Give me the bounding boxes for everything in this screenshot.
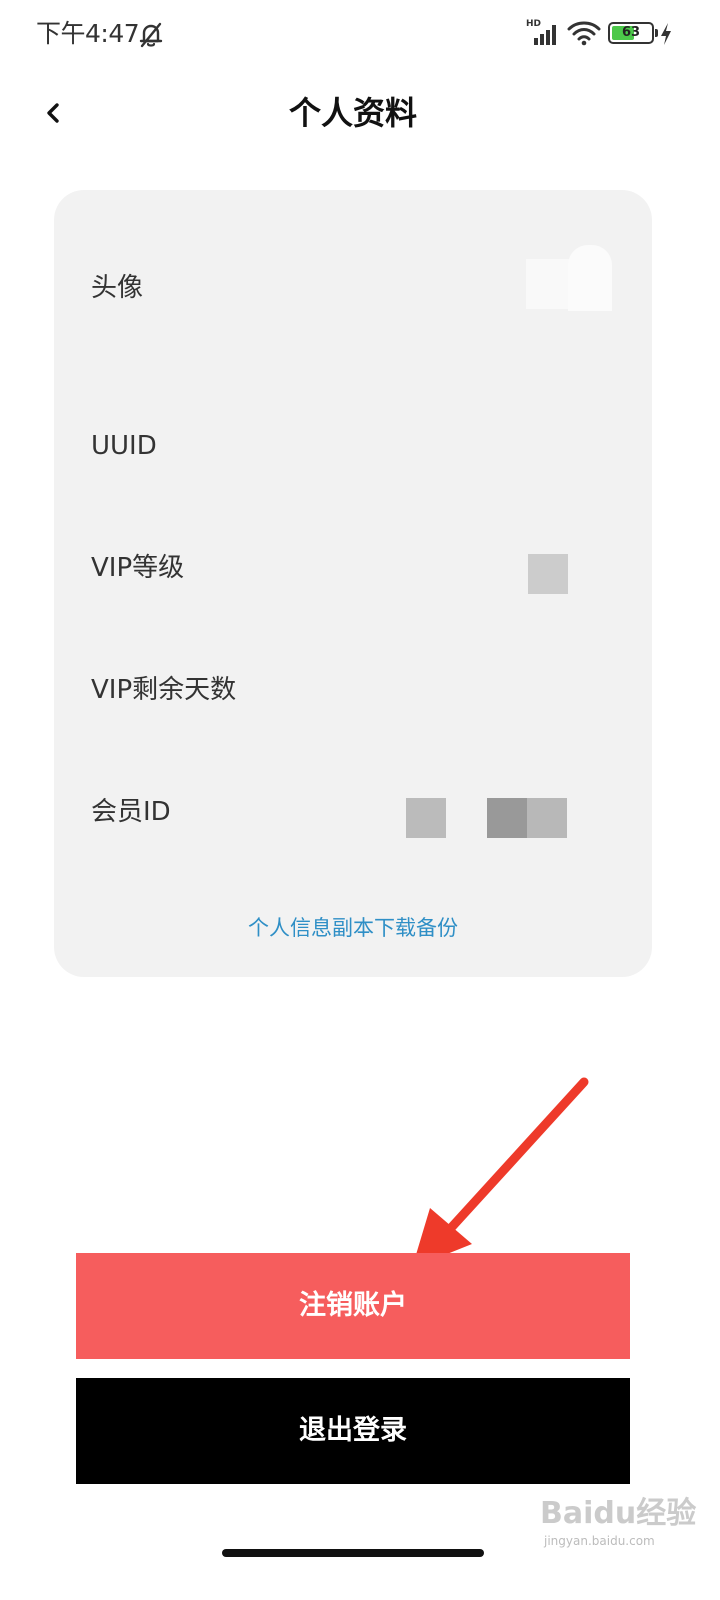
field-label-member-id: 会员ID	[91, 797, 171, 827]
download-backup-link[interactable]: 个人信息副本下载备份	[54, 910, 652, 946]
member-id-value-redacted	[527, 798, 567, 838]
status-bar: 下午4:47 HD 63	[0, 0, 720, 70]
logout-button[interactable]: 退出登录	[76, 1378, 630, 1484]
cancel-account-button[interactable]: 注销账户	[76, 1253, 630, 1359]
field-label-vip-days: VIP剩余天数	[91, 675, 237, 705]
baidu-jingyan-watermark: Baidu经验 jingyan.baidu.com	[540, 1494, 710, 1554]
field-label-uuid: UUID	[91, 431, 157, 461]
red-arrow-icon	[412, 1077, 589, 1268]
field-label-vip-level: VIP等级	[91, 553, 185, 583]
page-title: 个人资料	[288, 94, 417, 132]
member-id-value-redacted	[406, 798, 446, 838]
member-id-value-redacted	[487, 798, 527, 838]
battery-icon: 63	[608, 22, 654, 44]
vip-level-value-redacted	[528, 554, 568, 594]
status-time: 下午4:47	[36, 19, 140, 48]
home-indicator[interactable]	[222, 1549, 484, 1557]
wifi-icon	[567, 21, 601, 46]
battery-percent: 63	[621, 25, 641, 40]
watermark-text: Baidu经验	[540, 1496, 697, 1531]
bell-off-icon	[139, 22, 163, 48]
profile-card: 头像 UUID VIP等级 VIP剩余天数 会员ID 个人信息副本下载备份	[54, 190, 652, 977]
avatar[interactable]	[526, 245, 612, 311]
avatar-pixel	[526, 259, 570, 309]
battery-cap	[655, 29, 658, 37]
avatar-pixel	[568, 245, 612, 311]
field-label-avatar: 头像	[91, 273, 144, 303]
signal-icon	[534, 25, 556, 45]
charging-icon	[661, 23, 671, 45]
watermark-subtext: jingyan.baidu.com	[544, 1534, 655, 1548]
